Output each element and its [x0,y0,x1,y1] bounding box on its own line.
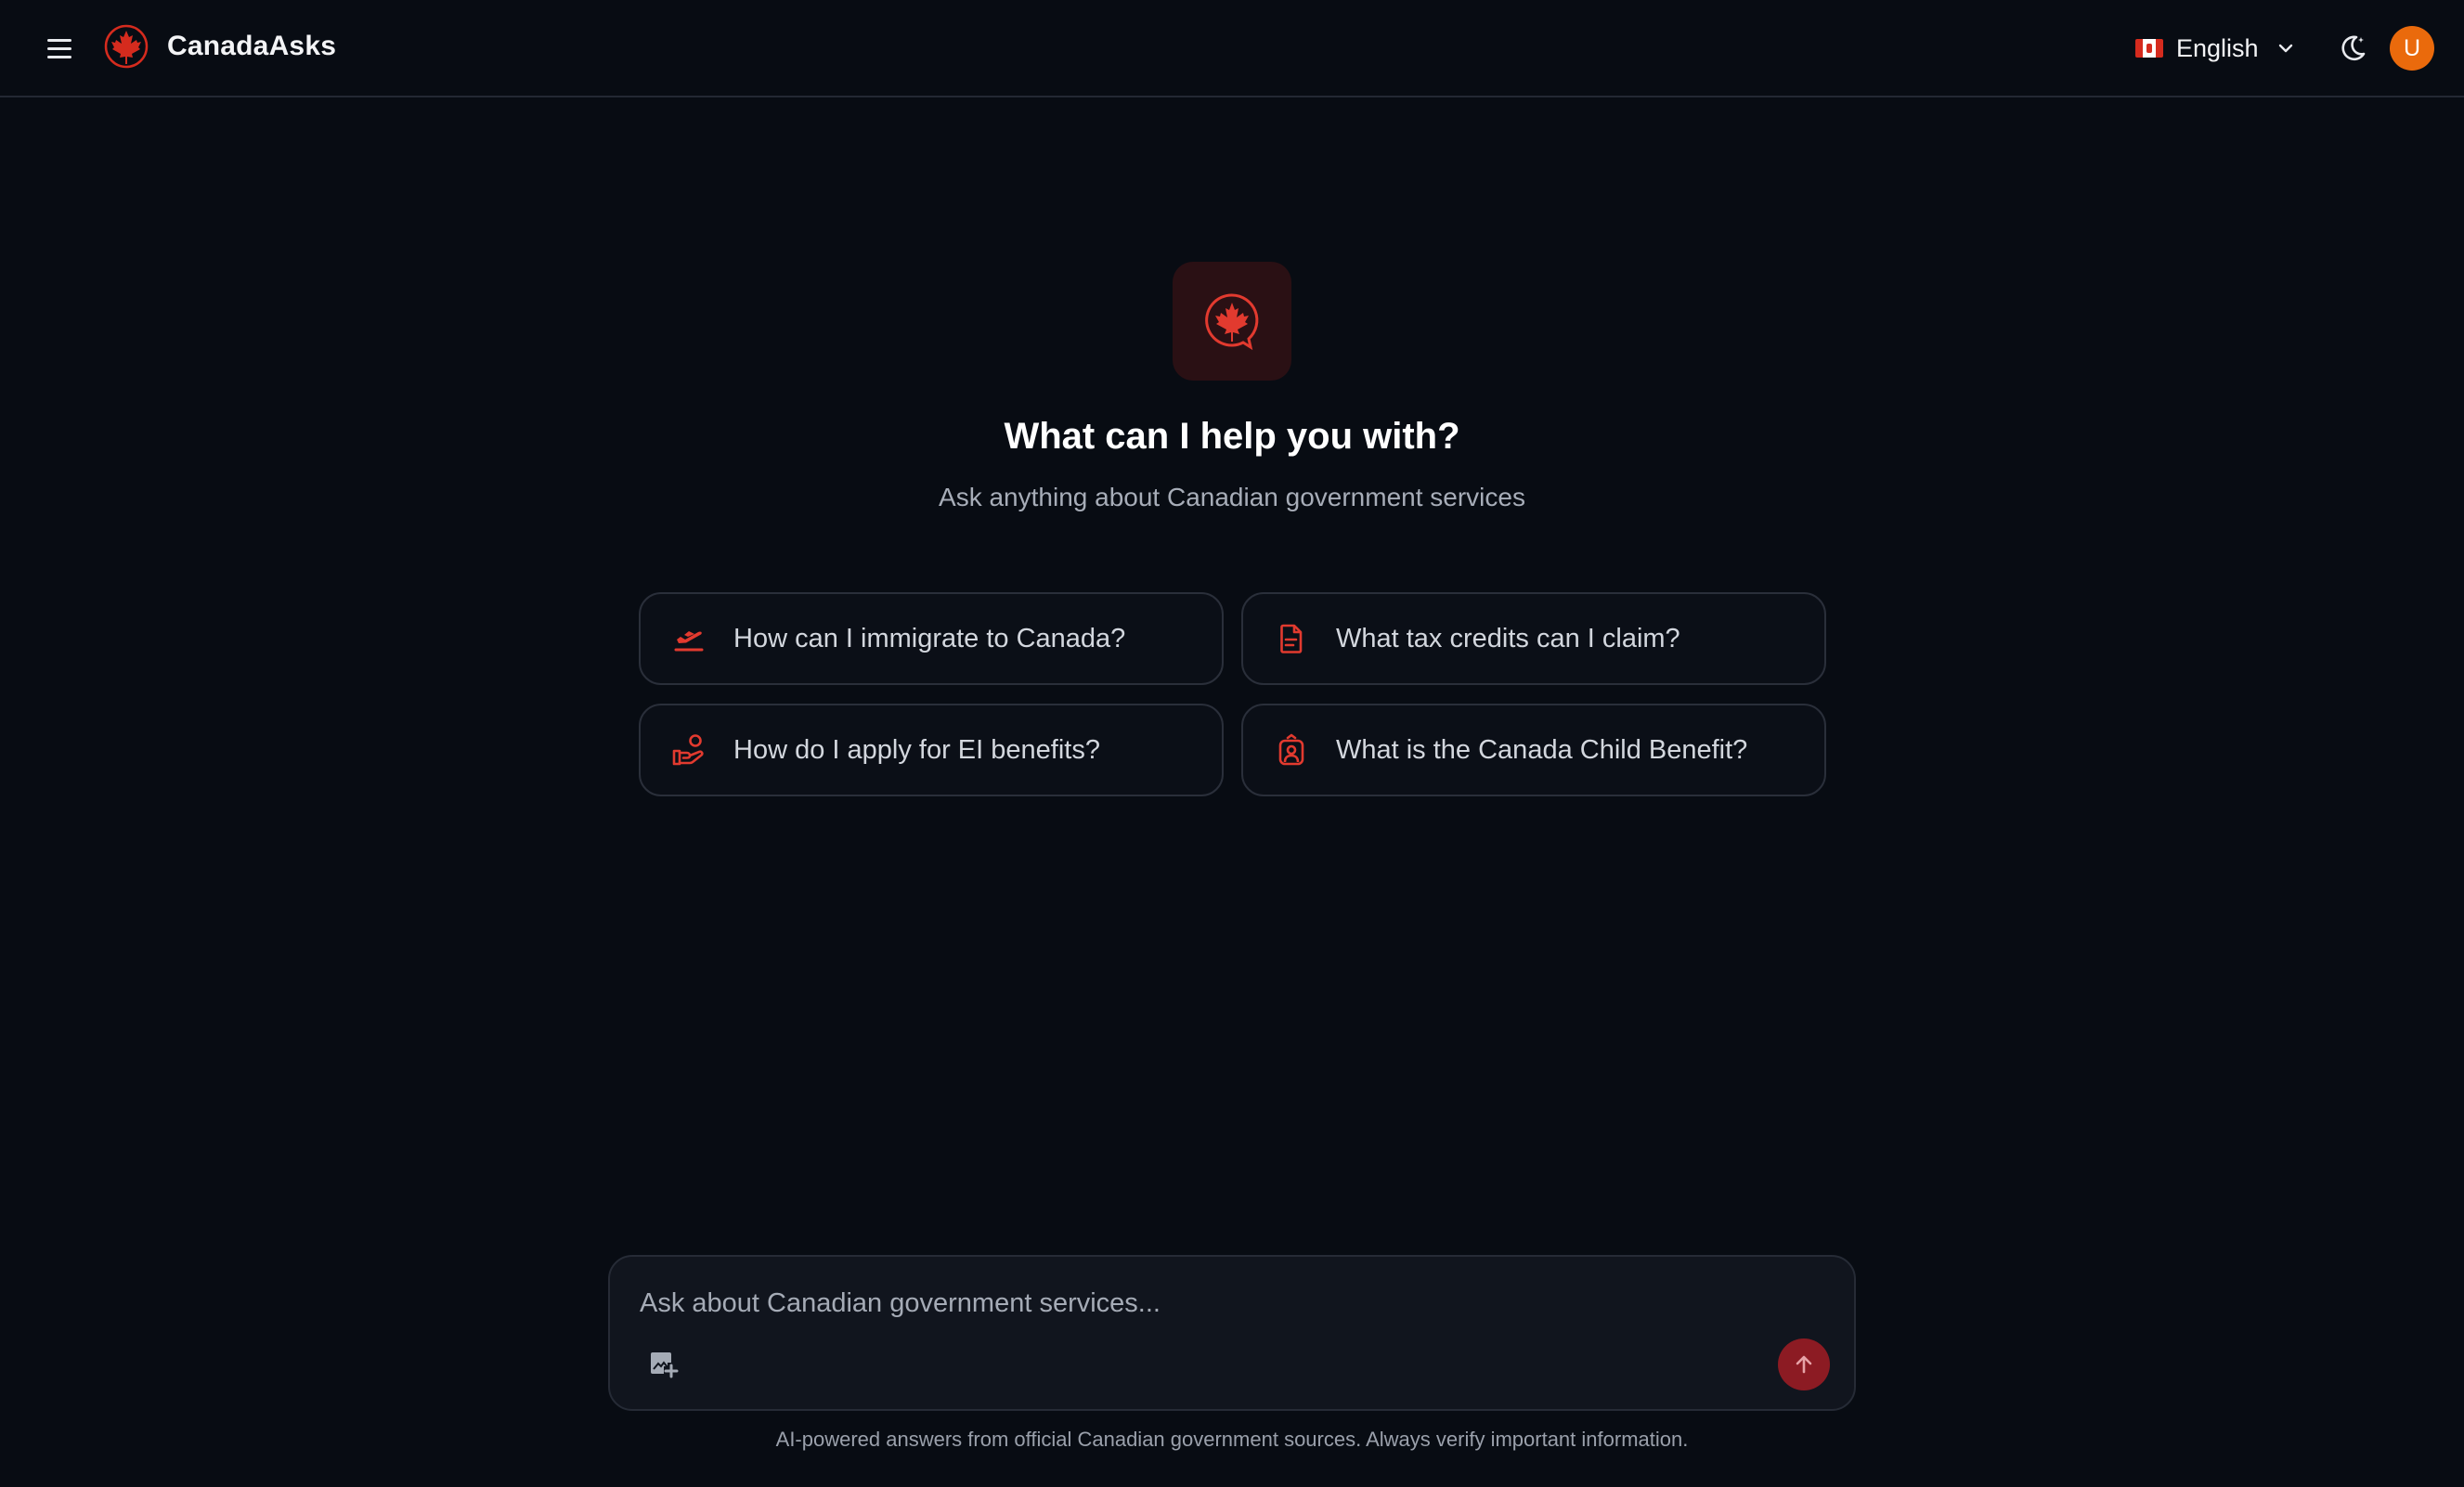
send-button[interactable] [1778,1338,1830,1390]
document-icon [1280,624,1303,653]
chat-composer [608,1255,1856,1411]
hero-title: What can I help you with? [1004,416,1460,457]
suggestion-card-tax-credits[interactable]: What tax credits can I claim? [1241,592,1826,685]
suggestion-card-immigrate[interactable]: How can I immigrate to Canada? [639,592,1224,685]
hero-logo [1173,262,1291,381]
canada-flag-icon [2135,39,2163,58]
user-avatar[interactable]: U [2390,26,2434,71]
plane-departure-icon [674,631,704,652]
suggestion-label: How can I immigrate to Canada? [733,623,1126,653]
chevron-down-icon [2278,44,2292,53]
language-selector[interactable]: English [2135,28,2296,69]
disclaimer-text: AI-powered answers from official Canadia… [775,1428,1689,1451]
suggestion-label: How do I apply for EI benefits? [733,734,1100,765]
maple-leaf-chat-icon [1205,293,1259,351]
hero-subtitle: Ask anything about Canadian government s… [939,483,1525,511]
add-image-icon[interactable] [647,1348,679,1379]
brand[interactable]: CanadaAsks [102,22,336,71]
top-navigation-bar: CanadaAsks English U [0,0,2464,97]
chat-input[interactable] [640,1285,1754,1322]
hand-person-icon [672,734,704,766]
hamburger-menu-icon[interactable] [41,32,78,65]
arrow-up-icon [1796,1355,1812,1374]
suggestion-card-ei-benefits[interactable]: How do I apply for EI benefits? [639,704,1224,796]
suggestion-card-child-benefit[interactable]: What is the Canada Child Benefit? [1241,704,1826,796]
moon-icon[interactable] [2336,32,2369,65]
suggestion-label: What is the Canada Child Benefit? [1336,734,1748,765]
suggestion-label: What tax credits can I claim? [1336,623,1680,653]
language-label: English [2176,33,2259,62]
app-name: CanadaAsks [167,31,337,61]
maple-leaf-logo-icon [104,24,149,69]
person-badge-icon [1278,733,1304,766]
